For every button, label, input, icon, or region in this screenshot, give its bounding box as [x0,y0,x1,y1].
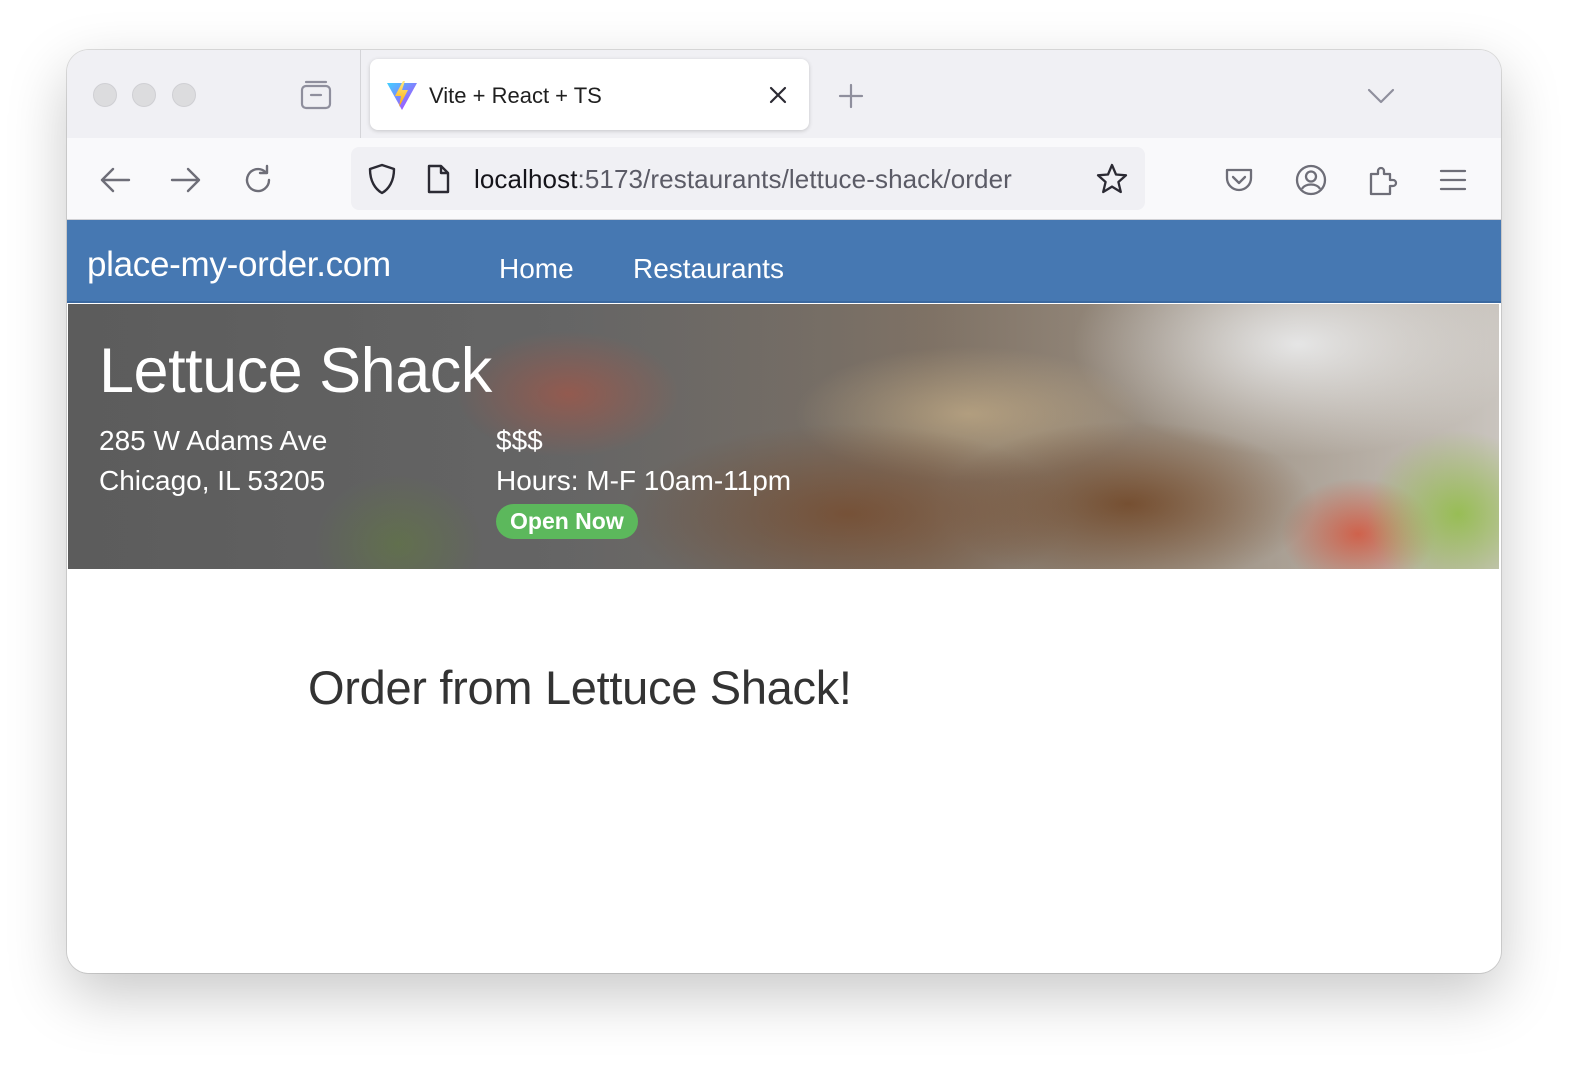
account-icon[interactable] [1291,160,1331,200]
arrow-left-icon[interactable] [95,160,135,200]
site-brand[interactable]: place-my-order.com [87,245,391,285]
status-badge: Open Now [496,504,638,539]
tab-strip-divider [360,50,361,138]
vite-logo-icon [386,79,418,111]
tab-title: Vite + React + TS [429,83,602,108]
arrow-right-icon[interactable] [166,160,206,200]
restaurant-name: Lettuce Shack [99,336,492,406]
star-icon[interactable] [1094,161,1130,197]
nav-link-restaurants[interactable]: Restaurants [633,253,784,285]
navigation-toolbar: localhost:5173/restaurants/lettuce-shack… [67,138,1501,220]
hamburger-menu-icon[interactable] [1433,160,1473,200]
page-icon[interactable] [421,162,455,196]
order-heading: Order from Lettuce Shack! [308,661,852,714]
restaurant-banner: Lettuce Shack 285 W Adams Ave Chicago, I… [68,304,1499,569]
shield-icon[interactable] [365,162,399,196]
browser-window: Vite + React + TS localhost:5173/restaur… [67,50,1501,973]
tab-strip: Vite + React + TS [67,50,1501,138]
restaurant-address-line2: Chicago, IL 53205 [99,465,326,496]
zoom-window-button[interactable] [172,83,196,107]
url-host: localhost [474,164,578,194]
nav-link-home[interactable]: Home [499,253,574,285]
reload-icon[interactable] [238,160,278,200]
restaurant-hours: Hours: M-F 10am-11pm [496,465,792,496]
chevron-down-icon[interactable] [1365,80,1397,112]
web-content: place-my-order.com Home Restaurants Lett… [67,220,1501,973]
address-bar[interactable]: localhost:5173/restaurants/lettuce-shack… [351,147,1145,210]
restaurant-address-line1: 285 W Adams Ave [99,425,328,456]
minimize-window-button[interactable] [132,83,156,107]
tab-overview-icon[interactable] [299,78,333,112]
tab-active[interactable]: Vite + React + TS [370,59,809,130]
plus-icon[interactable] [835,80,867,112]
restaurant-price: $$$ [496,425,543,456]
close-icon[interactable] [764,81,792,109]
pocket-icon[interactable] [1219,160,1259,200]
site-header: place-my-order.com Home Restaurants [67,220,1501,303]
close-window-button[interactable] [93,83,117,107]
url-path: :5173/restaurants/lettuce-shack/order [577,164,1012,194]
puzzle-icon[interactable] [1363,160,1403,200]
url-text[interactable]: localhost:5173/restaurants/lettuce-shack… [474,164,1012,195]
